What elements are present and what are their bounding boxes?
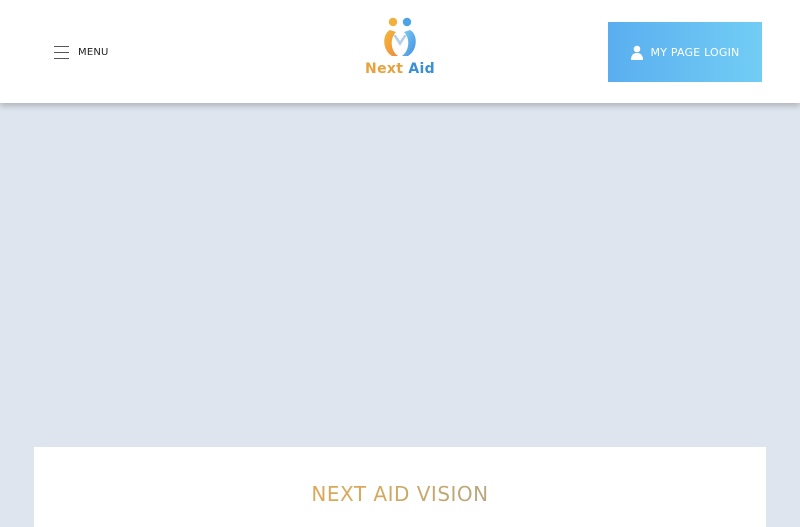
logo-text-aid: Aid — [408, 61, 435, 77]
user-icon — [630, 45, 643, 60]
menu-button[interactable]: MENU — [54, 42, 109, 62]
hamburger-icon — [54, 45, 69, 60]
site-header: MENU Next Aid MY PAGE LOGIN — [0, 0, 800, 103]
site-logo[interactable]: Next Aid — [360, 16, 440, 82]
vision-title: NEXT AID VISION — [34, 482, 766, 506]
vision-section: NEXT AID VISION — [34, 447, 766, 527]
login-label: MY PAGE LOGIN — [650, 45, 740, 59]
logo-mark-icon — [384, 17, 416, 56]
logo-text: Next Aid — [365, 61, 435, 77]
logo-text-next: Next — [365, 61, 404, 77]
menu-label: MENU — [78, 46, 109, 58]
my-page-login-button[interactable]: MY PAGE LOGIN — [608, 22, 762, 82]
hero-banner — [0, 103, 800, 500]
